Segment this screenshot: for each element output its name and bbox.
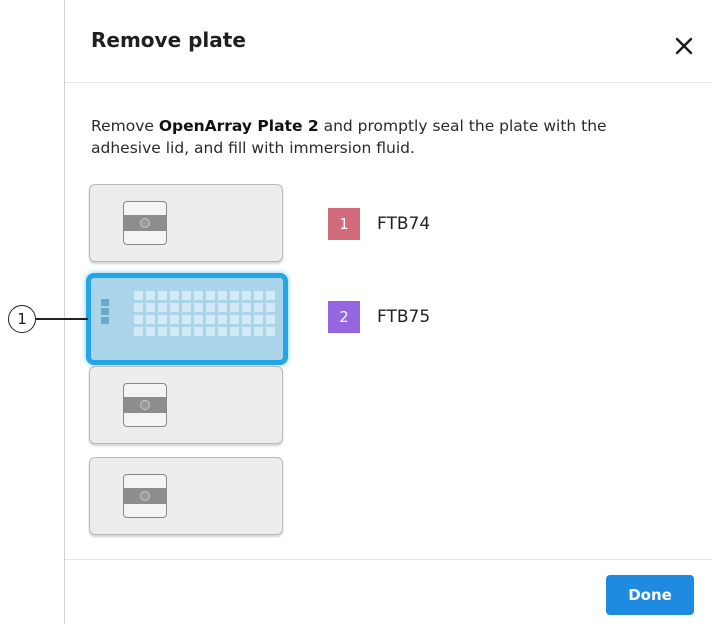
plate-well (158, 303, 167, 312)
plate-well (266, 303, 275, 312)
plate-well (194, 315, 203, 324)
plate-slot-2-selected[interactable] (86, 273, 288, 365)
plate-well (146, 315, 155, 324)
plate-well (134, 303, 143, 312)
instruction-text: Remove OpenArray Plate 2 and promptly se… (91, 115, 611, 159)
plate-name: OpenArray Plate 2 (158, 117, 319, 135)
plate-well (230, 303, 239, 312)
plate-well (206, 327, 215, 336)
plate-well (134, 291, 143, 300)
legend-item-2: 2 FTB75 (328, 301, 430, 333)
plate-well (194, 327, 203, 336)
plate-well (182, 303, 191, 312)
plate-well (146, 327, 155, 336)
plate-well (218, 303, 227, 312)
plate-well (158, 291, 167, 300)
plate-well (146, 303, 155, 312)
plate-edge-marks (101, 299, 109, 326)
legend-badge: 2 (328, 301, 360, 333)
plate-well (242, 291, 251, 300)
plate-wells-grid (134, 291, 275, 336)
plate-well (254, 327, 263, 336)
header-divider (65, 82, 712, 83)
done-button[interactable]: Done (606, 575, 694, 615)
plate-well (182, 327, 191, 336)
plate-well (242, 315, 251, 324)
plate-well (170, 327, 179, 336)
plate-well (170, 303, 179, 312)
plate-well (266, 291, 275, 300)
plate-well (134, 315, 143, 324)
plate-well (146, 291, 155, 300)
plate-well (170, 291, 179, 300)
plate-well (170, 315, 179, 324)
callout-line (36, 318, 88, 320)
slot-latch-icon (123, 383, 167, 427)
plate-well (206, 291, 215, 300)
plate-well (182, 291, 191, 300)
close-icon (675, 37, 693, 55)
dialog-title: Remove plate (91, 28, 246, 52)
plate-slot-1[interactable] (89, 184, 283, 262)
plate-slot-3[interactable] (89, 366, 283, 444)
plate-well (254, 303, 263, 312)
instruction-prefix: Remove (91, 117, 159, 135)
plate-well (206, 303, 215, 312)
plate-well (266, 315, 275, 324)
left-divider (64, 0, 65, 624)
legend-item-1: 1 FTB74 (328, 208, 430, 240)
plate-well (242, 303, 251, 312)
plate-well (230, 315, 239, 324)
plate-well (230, 291, 239, 300)
legend-label: FTB75 (377, 307, 431, 327)
plate-well (254, 291, 263, 300)
legend-label: FTB74 (377, 214, 431, 234)
footer-divider (65, 559, 712, 560)
legend-badge: 1 (328, 208, 360, 240)
slot-latch-icon (123, 474, 167, 518)
plate-slot-4[interactable] (89, 457, 283, 535)
plate-well (158, 327, 167, 336)
plate-well (230, 327, 239, 336)
plate-well (218, 315, 227, 324)
plate-well (254, 315, 263, 324)
plate-well (134, 327, 143, 336)
slot-latch-icon (123, 201, 167, 245)
plate-well (242, 327, 251, 336)
plate-well (218, 327, 227, 336)
plate-well (194, 291, 203, 300)
callout-marker: 1 (8, 305, 36, 333)
plate-well (182, 315, 191, 324)
plate-well (206, 315, 215, 324)
plate-well (158, 315, 167, 324)
close-button[interactable] (666, 28, 702, 64)
plate-well (266, 327, 275, 336)
plate-well (194, 303, 203, 312)
plate-well (218, 291, 227, 300)
